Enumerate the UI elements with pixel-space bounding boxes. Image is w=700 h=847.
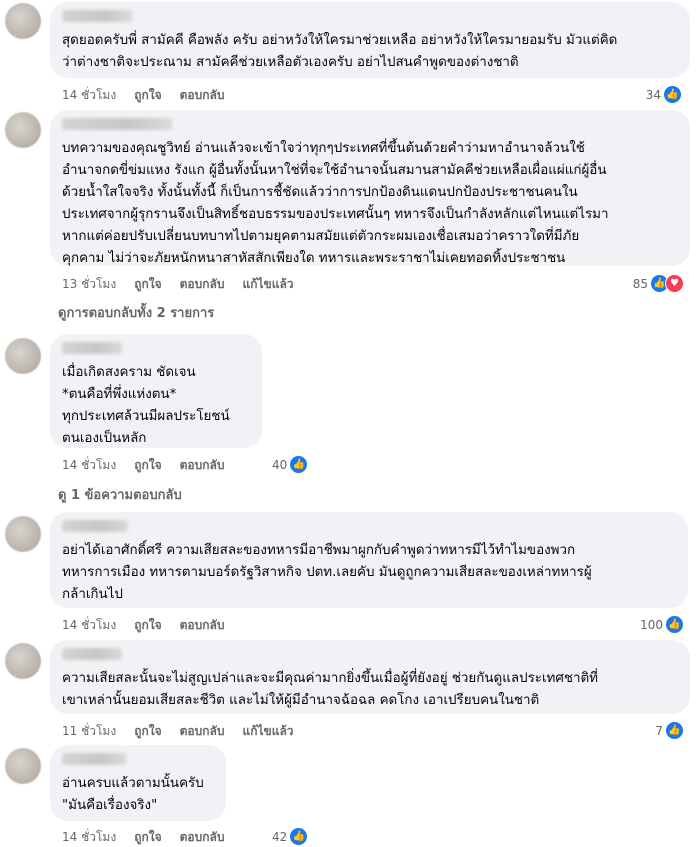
author-name-blurred[interactable] (62, 520, 128, 532)
author-name-blurred[interactable] (62, 342, 122, 354)
avatar[interactable] (5, 3, 41, 39)
comment-bubble: ความเสียสละนั้นจะไม่สูญเปล่าและจะมีคุณค่… (50, 640, 690, 714)
avatar[interactable] (5, 516, 41, 552)
view-replies-link[interactable]: ดู 1 ข้อความตอบกลับ (58, 484, 182, 505)
author-name-blurred[interactable] (62, 118, 172, 130)
timestamp[interactable]: 11 ชั่วโมง (62, 724, 116, 738)
comment-bubble: อ่านครบแล้วตามนั้นครับ "มันคือเรื่องจริง… (50, 745, 226, 821)
comment-bubble: สุดยอดครับพี่ สามัคคี คือพลัง ครับ อย่าห… (50, 2, 690, 78)
author-name-blurred[interactable] (62, 753, 126, 765)
like-button[interactable]: ถูกใจ (134, 830, 161, 844)
reaction-count: 7 (655, 723, 663, 738)
reply-button[interactable]: ตอบกลับ (180, 830, 225, 844)
author-name-blurred[interactable] (62, 10, 132, 22)
reply-button[interactable]: ตอบกลับ (180, 618, 225, 632)
author-name-blurred[interactable] (62, 648, 122, 660)
heart-icon: ♥ (665, 274, 684, 293)
reply-button[interactable]: ตอบกลับ (180, 458, 225, 472)
comment-text: สุดยอดครับพี่ สามัคคี คือพลัง ครับ อย่าห… (62, 33, 618, 70)
comment-text: อย่าได้เอาศักดิ์ศรี ความเสียสละของทหารมี… (62, 543, 592, 602)
comment-actions: 13 ชั่วโมง ถูกใจ ตอบกลับ แก้ไขแล้ว (62, 275, 312, 294)
comment-bubble: บทความของคุณชูวิทย์ อ่านแล้วจะเข้าใจว่าท… (50, 110, 690, 266)
comment-actions: 14 ชั่วโมง ถูกใจ ตอบกลับ (62, 616, 242, 635)
reaction-count: 42 (272, 829, 288, 844)
comment-text: บทความของคุณชูวิทย์ อ่านแล้วจะเข้าใจว่าท… (62, 141, 609, 266)
thumbs-up-icon: 👍 (665, 615, 684, 634)
timestamp[interactable]: 13 ชั่วโมง (62, 277, 116, 291)
like-button[interactable]: ถูกใจ (134, 88, 161, 102)
timestamp[interactable]: 14 ชั่วโมง (62, 618, 116, 632)
reaction-count: 100 (640, 617, 663, 632)
reaction-summary[interactable]: 34 👍 (641, 84, 684, 105)
avatar[interactable] (5, 748, 41, 784)
comment-text: อ่านครบแล้วตามนั้นครับ "มันคือเรื่องจริง… (62, 776, 204, 813)
like-button[interactable]: ถูกใจ (134, 618, 161, 632)
comment-bubble: เมื่อเกิดสงคราม ชัดเจน *ตนคือที่พึ่งแห่ง… (50, 334, 262, 448)
thumbs-up-icon: 👍 (663, 85, 682, 104)
reaction-summary[interactable]: 7 👍 (651, 720, 686, 741)
comment-actions: 14 ชั่วโมง ถูกใจ ตอบกลับ (62, 456, 242, 475)
avatar[interactable] (5, 643, 41, 679)
comment-bubble: อย่าได้เอาศักดิ์ศรี ความเสียสละของทหารมี… (50, 512, 688, 608)
view-replies-link[interactable]: ดูการตอบกลับทั้ง 2 รายการ (58, 302, 214, 323)
like-button[interactable]: ถูกใจ (134, 458, 161, 472)
reaction-count: 40 (272, 457, 288, 472)
thumbs-up-icon: 👍 (665, 721, 684, 740)
comment-actions: 14 ชั่วโมง ถูกใจ ตอบกลับ (62, 86, 242, 105)
like-button[interactable]: ถูกใจ (134, 277, 161, 291)
thumbs-up-icon: 👍 (289, 455, 309, 474)
comment-text: เมื่อเกิดสงคราม ชัดเจน *ตนคือที่พึ่งแห่ง… (62, 365, 230, 446)
edited-label[interactable]: แก้ไขแล้ว (242, 724, 293, 738)
reaction-summary[interactable]: 100 👍 (636, 614, 686, 635)
edited-label[interactable]: แก้ไขแล้ว (242, 277, 293, 291)
timestamp[interactable]: 14 ชั่วโมง (62, 88, 116, 102)
comment-actions: 14 ชั่วโมง ถูกใจ ตอบกลับ (62, 828, 242, 847)
comment-actions: 11 ชั่วโมง ถูกใจ ตอบกลับ แก้ไขแล้ว (62, 722, 312, 741)
timestamp[interactable]: 14 ชั่วโมง (62, 830, 116, 844)
reaction-summary[interactable]: 40 👍 (268, 454, 311, 475)
reply-button[interactable]: ตอบกลับ (180, 724, 225, 738)
thumbs-up-icon: 👍 (289, 827, 309, 846)
avatar[interactable] (5, 338, 41, 374)
reaction-summary[interactable]: 42 👍 (268, 826, 311, 847)
avatar[interactable] (5, 112, 41, 148)
timestamp[interactable]: 14 ชั่วโมง (62, 458, 116, 472)
like-button[interactable]: ถูกใจ (134, 724, 161, 738)
comment-text: ความเสียสละนั้นจะไม่สูญเปล่าและจะมีคุณค่… (62, 671, 598, 708)
reply-button[interactable]: ตอบกลับ (180, 88, 225, 102)
reaction-count: 85 (632, 276, 648, 291)
reaction-count: 34 (645, 87, 661, 102)
reaction-summary[interactable]: 85 👍 ♥ (628, 273, 686, 294)
reply-button[interactable]: ตอบกลับ (180, 277, 225, 291)
